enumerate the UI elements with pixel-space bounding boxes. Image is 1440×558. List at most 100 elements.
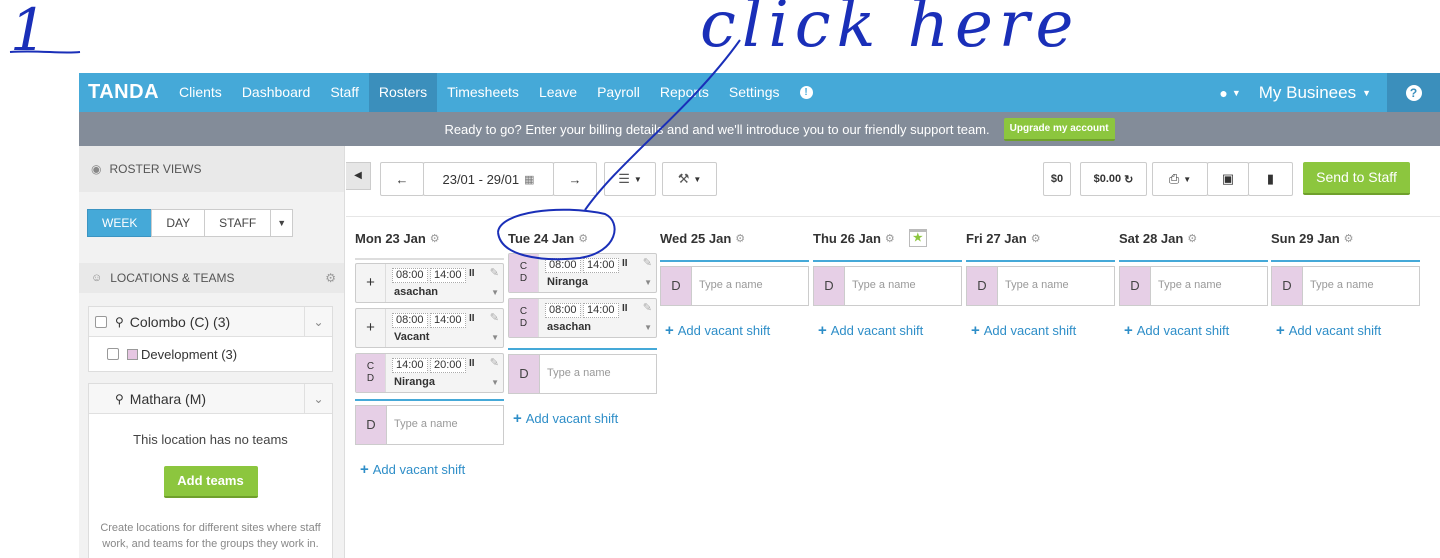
- add-vacant-shift-link[interactable]: + Add vacant shift: [1119, 322, 1268, 339]
- caret-down-icon[interactable]: ▼: [491, 378, 499, 387]
- shift-start[interactable]: 08:00: [392, 313, 428, 328]
- new-shift-row[interactable]: D Type a name: [508, 354, 657, 394]
- shift-staff-name[interactable]: Niranga: [547, 276, 588, 288]
- add-vacant-shift-link[interactable]: + Add vacant shift: [508, 410, 657, 427]
- nav-staff[interactable]: Staff: [320, 73, 369, 112]
- break-icon[interactable]: II: [622, 303, 628, 314]
- shift-end[interactable]: 20:00: [430, 358, 466, 373]
- add-team-button[interactable]: +: [356, 309, 386, 347]
- shift-staff-name[interactable]: asachan: [547, 321, 591, 333]
- nav-reports[interactable]: Reports: [650, 73, 719, 112]
- new-shift-row[interactable]: D Type a name: [813, 266, 962, 306]
- print-dropdown[interactable]: ⎙ ▼: [1152, 162, 1208, 196]
- nav-leave[interactable]: Leave: [529, 73, 587, 112]
- location-checkbox[interactable]: [95, 315, 107, 328]
- add-teams-button[interactable]: Add teams: [163, 466, 258, 498]
- pencil-icon[interactable]: ✎: [490, 311, 499, 324]
- add-vacant-shift-link[interactable]: + Add vacant shift: [813, 322, 962, 339]
- nav-clients[interactable]: Clients: [169, 73, 232, 112]
- help-button[interactable]: ?: [1387, 73, 1440, 112]
- chevron-down-icon[interactable]: ⌄: [304, 307, 332, 337]
- shift-end[interactable]: 14:00: [583, 258, 619, 273]
- caret-down-icon[interactable]: ▼: [1362, 88, 1371, 98]
- caret-down-icon[interactable]: ▼: [491, 288, 499, 297]
- shift-staff-name[interactable]: Vacant: [394, 331, 429, 343]
- shift-card[interactable]: CD 08:00 14:00 II ✎ Niranga ▼: [508, 253, 657, 293]
- new-shift-row[interactable]: D Type a name: [966, 266, 1115, 306]
- day-header[interactable]: Tue 24 Jan ⚙: [508, 226, 657, 250]
- day-header[interactable]: Thu 26 Jan ⚙ ★: [813, 226, 962, 250]
- add-vacant-shift-link[interactable]: + Add vacant shift: [966, 322, 1115, 339]
- shift-start[interactable]: 08:00: [545, 258, 581, 273]
- type-name-input[interactable]: Type a name: [699, 279, 763, 291]
- gear-icon[interactable]: ⚙: [1187, 232, 1197, 245]
- type-name-input[interactable]: Type a name: [394, 418, 458, 430]
- tab-week[interactable]: WEEK: [87, 209, 153, 237]
- caret-down-icon[interactable]: ▼: [1232, 88, 1241, 98]
- new-shift-row[interactable]: D Type a name: [1119, 266, 1268, 306]
- shift-end[interactable]: 14:00: [430, 268, 466, 283]
- type-name-input[interactable]: Type a name: [1158, 279, 1222, 291]
- shift-end[interactable]: 14:00: [583, 303, 619, 318]
- type-name-input[interactable]: Type a name: [547, 367, 611, 379]
- nav-settings[interactable]: Settings: [719, 73, 790, 112]
- new-shift-row[interactable]: D Type a name: [660, 266, 809, 306]
- nav-payroll[interactable]: Payroll: [587, 73, 650, 112]
- day-header[interactable]: Sun 29 Jan ⚙: [1271, 226, 1420, 250]
- day-header[interactable]: Sat 28 Jan ⚙: [1119, 226, 1268, 250]
- lock-button[interactable]: ▣: [1207, 162, 1249, 196]
- pencil-icon[interactable]: ✎: [490, 356, 499, 369]
- nav-timesheets[interactable]: Timesheets: [437, 73, 529, 112]
- gear-icon[interactable]: ⚙: [735, 232, 745, 245]
- gear-icon[interactable]: ⚙: [1031, 232, 1041, 245]
- pencil-icon[interactable]: ✎: [643, 256, 652, 269]
- shift-card[interactable]: + 08:00 14:00 II ✎ Vacant ▼: [355, 308, 504, 348]
- new-shift-row[interactable]: D Type a name: [355, 405, 504, 445]
- new-shift-row[interactable]: D Type a name: [1271, 266, 1420, 306]
- break-icon[interactable]: II: [469, 268, 475, 279]
- cost-badge[interactable]: $0: [1043, 162, 1071, 196]
- nav-dashboard[interactable]: Dashboard: [232, 73, 321, 112]
- shift-start[interactable]: 14:00: [392, 358, 428, 373]
- date-range-picker[interactable]: 23/01 - 29/01 ▦: [423, 162, 554, 196]
- comment-button[interactable]: ▮: [1248, 162, 1293, 196]
- caret-down-icon[interactable]: ▼: [644, 278, 652, 287]
- list-view-dropdown[interactable]: ☰ ▼: [604, 162, 656, 196]
- shift-start[interactable]: 08:00: [392, 268, 428, 283]
- send-to-staff-button[interactable]: Send to Staff: [1303, 162, 1410, 195]
- gear-icon[interactable]: ⚙: [578, 232, 588, 245]
- day-header[interactable]: Fri 27 Jan ⚙: [966, 226, 1115, 250]
- shift-start[interactable]: 08:00: [545, 303, 581, 318]
- tools-dropdown[interactable]: ⚒ ▼: [662, 162, 717, 196]
- day-header[interactable]: Wed 25 Jan ⚙: [660, 226, 809, 250]
- gear-icon[interactable]: ⚙: [430, 232, 440, 245]
- team-checkbox[interactable]: [107, 348, 119, 360]
- shift-end[interactable]: 14:00: [430, 313, 466, 328]
- shift-staff-name[interactable]: asachan: [394, 286, 438, 298]
- pencil-icon[interactable]: ✎: [490, 266, 499, 279]
- add-vacant-shift-link[interactable]: + Add vacant shift: [1271, 322, 1420, 339]
- gear-icon[interactable]: ⚙: [1344, 232, 1354, 245]
- type-name-input[interactable]: Type a name: [1310, 279, 1374, 291]
- info-icon[interactable]: !: [799, 86, 813, 99]
- shift-card[interactable]: + 08:00 14:00 II ✎ asachan ▼: [355, 263, 504, 303]
- shift-card[interactable]: CD 14:00 20:00 II ✎ Niranga ▼: [355, 353, 504, 393]
- collapse-sidebar-button[interactable]: ◀: [346, 162, 371, 190]
- next-week-button[interactable]: →: [553, 162, 597, 196]
- day-header[interactable]: Mon 23 Jan ⚙: [355, 226, 504, 250]
- pencil-icon[interactable]: ✎: [643, 301, 652, 314]
- holiday-calendar-icon[interactable]: ★: [908, 229, 927, 247]
- break-icon[interactable]: II: [469, 358, 475, 369]
- business-selector[interactable]: My Businees: [1259, 83, 1356, 103]
- break-icon[interactable]: II: [469, 313, 475, 324]
- type-name-input[interactable]: Type a name: [852, 279, 916, 291]
- shift-card[interactable]: CD 08:00 14:00 II ✎ asachan ▼: [508, 298, 657, 338]
- gear-icon[interactable]: ⚙: [885, 232, 895, 245]
- upgrade-account-button[interactable]: Upgrade my account: [1003, 117, 1115, 141]
- add-vacant-shift-link[interactable]: + Add vacant shift: [660, 322, 809, 339]
- add-vacant-shift-link[interactable]: + Add vacant shift: [355, 461, 504, 478]
- prev-week-button[interactable]: ←: [380, 162, 424, 196]
- user-icon[interactable]: ●: [1219, 85, 1227, 101]
- total-cost-button[interactable]: $0.00 ↻: [1080, 162, 1147, 196]
- gear-icon[interactable]: ⚙: [325, 271, 336, 285]
